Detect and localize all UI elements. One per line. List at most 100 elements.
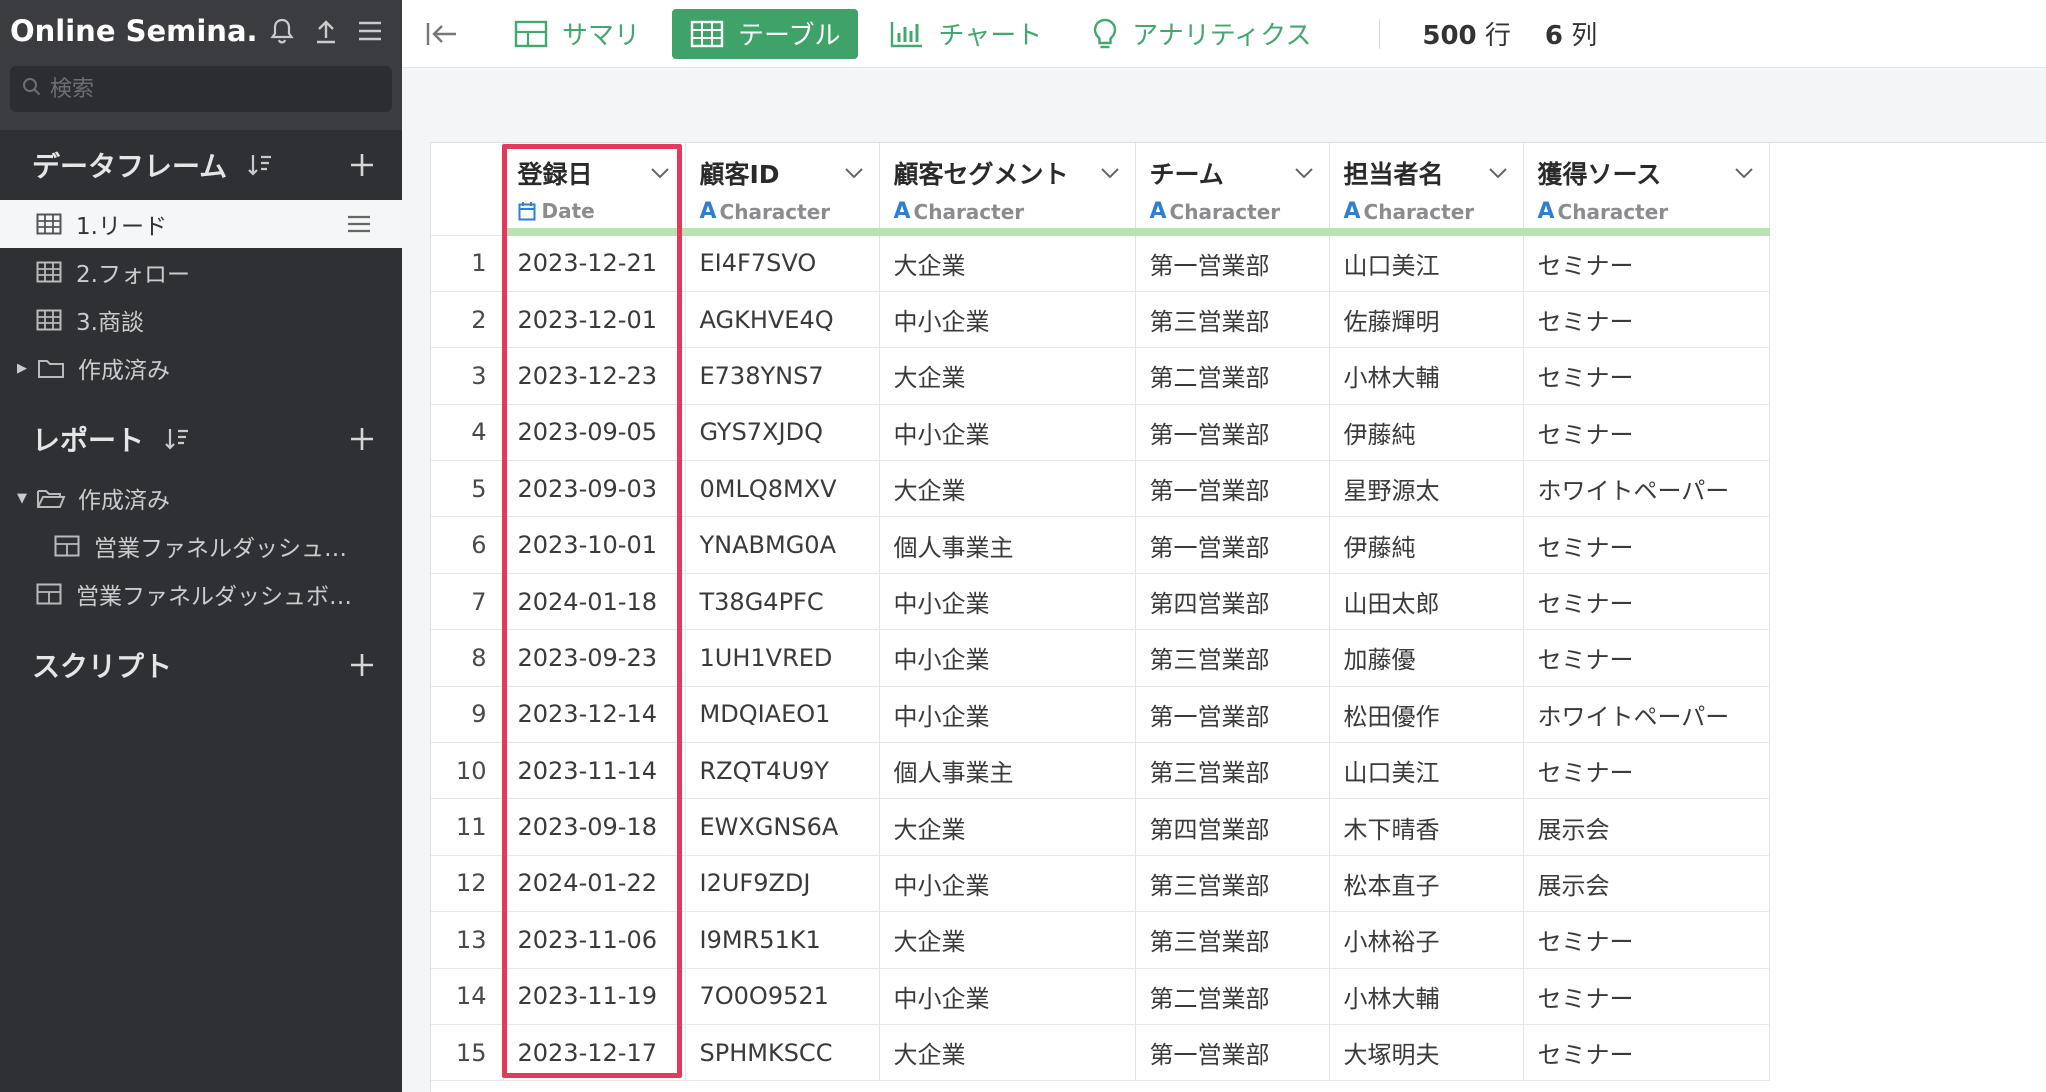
table-row[interactable]: 10 2023-11-14 RZQT4U9Y 個人事業主 第三営業部 山口美江 セミナー [431, 742, 1770, 800]
table-cell[interactable]: 2024-01-18 [503, 573, 686, 631]
table-cell[interactable]: 2023-11-14 [503, 742, 686, 800]
report-folder[interactable]: ▼ 作成済み [0, 474, 402, 522]
table-cell[interactable]: 山口美江 [1329, 742, 1524, 800]
table-cell[interactable]: 第四営業部 [1135, 573, 1330, 631]
table-row[interactable]: 3 2023-12-23 E738YNS7 大企業 第二営業部 小林大輔 セミナー [431, 347, 1770, 405]
table-cell[interactable]: 中小企業 [879, 291, 1136, 349]
table-cell[interactable]: 大企業 [879, 798, 1136, 856]
table-row[interactable]: 15 2023-12-17 SPHMKSCC 大企業 第一営業部 大塚明夫 セミナー [431, 1024, 1770, 1082]
table-cell[interactable]: 2023-12-14 [503, 686, 686, 744]
table-cell[interactable]: I2UF9ZDJ [685, 855, 880, 913]
table-cell[interactable]: 第二営業部 [1135, 968, 1330, 1025]
table-cell[interactable]: 展示会 [1523, 855, 1770, 913]
table-cell[interactable]: 星野源太 [1329, 460, 1524, 518]
table-cell[interactable]: 2023-10-01 [503, 516, 686, 574]
table-cell[interactable]: 第三営業部 [1135, 291, 1330, 349]
table-cell[interactable]: YNABMG0A [685, 516, 880, 574]
table-cell[interactable]: 中小企業 [879, 968, 1136, 1025]
table-cell[interactable]: ホワイトペーパー [1523, 460, 1770, 518]
table-cell[interactable]: E738YNS7 [685, 347, 880, 405]
table-cell[interactable]: 第一営業部 [1135, 235, 1330, 292]
table-cell[interactable]: GYS7XJDQ [685, 404, 880, 462]
table-cell[interactable]: セミナー [1523, 404, 1770, 462]
table-cell[interactable]: T38G4PFC [685, 573, 880, 631]
dataframe-item-3[interactable]: 3.商談 [0, 296, 402, 344]
column-header[interactable]: 顧客セグメント A Character [879, 143, 1136, 236]
table-cell[interactable]: 第三営業部 [1135, 855, 1330, 913]
item-menu-icon[interactable] [344, 209, 374, 239]
table-cell[interactable]: SPHMKSCC [685, 1024, 880, 1082]
table-cell[interactable]: 第三営業部 [1135, 911, 1330, 969]
table-cell[interactable]: 1UH1VRED [685, 629, 880, 687]
table-row[interactable]: 9 2023-12-14 MDQIAEO1 中小企業 第一営業部 松田優作 ホワイトペーパー [431, 686, 1770, 744]
app-title[interactable]: Online Semina... [10, 14, 260, 48]
table-row[interactable]: 13 2023-11-06 I9MR51K1 大企業 第三営業部 小林裕子 セミナー [431, 911, 1770, 969]
bell-icon[interactable] [260, 9, 304, 53]
dataframe-item-1[interactable]: 1.リード [0, 200, 402, 248]
table-cell[interactable]: EWXGNS6A [685, 798, 880, 856]
table-cell[interactable]: 中小企業 [879, 855, 1136, 913]
table-cell[interactable]: セミナー [1523, 742, 1770, 800]
table-cell[interactable]: 2023-09-23 [503, 629, 686, 687]
column-header[interactable]: 担当者名 A Character [1329, 143, 1524, 236]
table-cell[interactable]: 第一営業部 [1135, 516, 1330, 574]
add-dataframe-icon[interactable] [342, 145, 382, 185]
chevron-down-icon[interactable] [647, 160, 673, 186]
table-cell[interactable]: 大企業 [879, 347, 1136, 405]
sort-icon[interactable] [245, 150, 275, 180]
table-cell[interactable]: 山口美江 [1329, 235, 1524, 292]
table-cell[interactable]: 第三営業部 [1135, 742, 1330, 800]
table-cell[interactable]: 大企業 [879, 460, 1136, 518]
table-cell[interactable]: 中小企業 [879, 629, 1136, 687]
tab-summary[interactable]: サマリ [496, 9, 658, 59]
caret-down-icon[interactable]: ▼ [12, 491, 32, 506]
sort-icon[interactable] [162, 424, 192, 454]
table-cell[interactable]: RZQT4U9Y [685, 742, 880, 800]
table-cell[interactable]: MDQIAEO1 [685, 686, 880, 744]
table-cell[interactable]: 大企業 [879, 235, 1136, 292]
table-cell[interactable]: ホワイトペーパー [1523, 686, 1770, 744]
table-cell[interactable]: 佐藤輝明 [1329, 291, 1524, 349]
table-cell[interactable]: セミナー [1523, 911, 1770, 969]
tab-chart[interactable]: チャート [872, 9, 1060, 59]
table-cell[interactable]: 伊藤純 [1329, 404, 1524, 462]
table-cell[interactable]: 2023-09-03 [503, 460, 686, 518]
table-cell[interactable]: 7O0O9521 [685, 968, 880, 1025]
table-row[interactable]: 5 2023-09-03 0MLQ8MXV 大企業 第一営業部 星野源太 ホワイトペーパー [431, 460, 1770, 518]
collapse-sidebar-icon[interactable] [410, 0, 474, 68]
table-cell[interactable]: 個人事業主 [879, 516, 1136, 574]
column-header[interactable]: 獲得ソース A Character [1523, 143, 1770, 236]
table-cell[interactable]: 第一営業部 [1135, 686, 1330, 744]
table-cell[interactable]: 大塚明夫 [1329, 1024, 1524, 1082]
table-cell[interactable]: セミナー [1523, 968, 1770, 1025]
table-cell[interactable]: EI4F7SVO [685, 235, 880, 292]
table-cell[interactable]: 個人事業主 [879, 742, 1136, 800]
table-row[interactable]: 4 2023-09-05 GYS7XJDQ 中小企業 第一営業部 伊藤純 セミナー [431, 404, 1770, 462]
chevron-down-icon[interactable] [1291, 160, 1317, 186]
tab-table[interactable]: テーブル [672, 8, 859, 59]
upload-icon[interactable] [304, 9, 348, 53]
table-cell[interactable]: 小林大輔 [1329, 347, 1524, 405]
table-cell[interactable]: AGKHVE4Q [685, 291, 880, 349]
chevron-down-icon[interactable] [841, 160, 867, 186]
chevron-down-icon[interactable] [1731, 160, 1757, 186]
caret-right-icon[interactable]: ▶ [12, 361, 32, 376]
table-cell[interactable]: 第一営業部 [1135, 1024, 1330, 1082]
table-cell[interactable]: セミナー [1523, 516, 1770, 574]
dataframe-folder[interactable]: ▶ 作成済み [0, 344, 402, 392]
table-row[interactable]: 8 2023-09-23 1UH1VRED 中小企業 第三営業部 加藤優 セミナー [431, 629, 1770, 687]
add-report-icon[interactable] [342, 419, 382, 459]
table-cell[interactable]: 第二営業部 [1135, 347, 1330, 405]
menu-icon[interactable] [348, 9, 392, 53]
table-cell[interactable]: 2023-12-17 [503, 1024, 686, 1082]
table-cell[interactable]: 2023-12-23 [503, 347, 686, 405]
table-cell[interactable]: セミナー [1523, 347, 1770, 405]
table-cell[interactable]: 2023-12-01 [503, 291, 686, 349]
table-cell[interactable]: セミナー [1523, 1024, 1770, 1082]
table-cell[interactable]: 木下晴香 [1329, 798, 1524, 856]
table-cell[interactable]: 伊藤純 [1329, 516, 1524, 574]
table-cell[interactable]: セミナー [1523, 235, 1770, 292]
report-item[interactable]: 営業ファネルダッシュボ… [0, 570, 402, 618]
table-row[interactable]: 1 2023-12-21 EI4F7SVO 大企業 第一営業部 山口美江 セミナー [431, 235, 1770, 292]
table-cell[interactable]: 第三営業部 [1135, 629, 1330, 687]
